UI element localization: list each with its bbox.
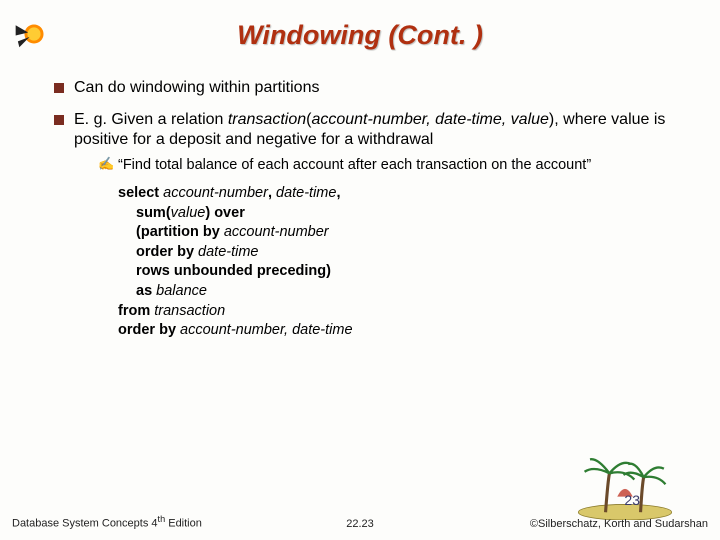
footer-left: Database System Concepts 4th Edition [12,514,202,530]
code-line: from transaction [118,302,680,322]
slide-title: Windowing (Cont. ) [0,0,720,51]
bullet-text: Can do windowing within partitions [74,79,319,96]
code-line: order by account-number, date-time [118,321,680,341]
bullet-text: E. g. Given a relation [74,111,228,128]
code-line: sum(value) over [118,204,680,224]
footer-center: 22.23 [346,518,374,530]
code-block: select account-number, date-time, sum(va… [74,184,680,341]
code-line: (partition by account-number [118,223,680,243]
sub-text: “Find total balance of each account afte… [118,157,591,173]
code-line: order by date-time [118,243,680,263]
page-number-badge: 23 [624,492,640,508]
code-line: as balance [118,282,680,302]
relation-name: transaction [228,111,306,128]
sun-icon [12,12,56,56]
slide-content: Can do windowing within partitions E. g.… [54,78,680,353]
sub-bullet: “Find total balance of each account afte… [74,156,680,174]
bullet-item: Can do windowing within partitions [54,78,680,98]
code-line: rows unbounded preceding) [118,262,680,282]
bullet-item: E. g. Given a relation transaction(accou… [54,110,680,341]
palm-trees-icon [570,450,680,520]
footer-right: ©Silberschatz, Korth and Sudarshan [530,518,708,530]
code-line: select account-number, date-time, [118,184,680,204]
relation-args: account-number, date-time, value [311,111,548,128]
